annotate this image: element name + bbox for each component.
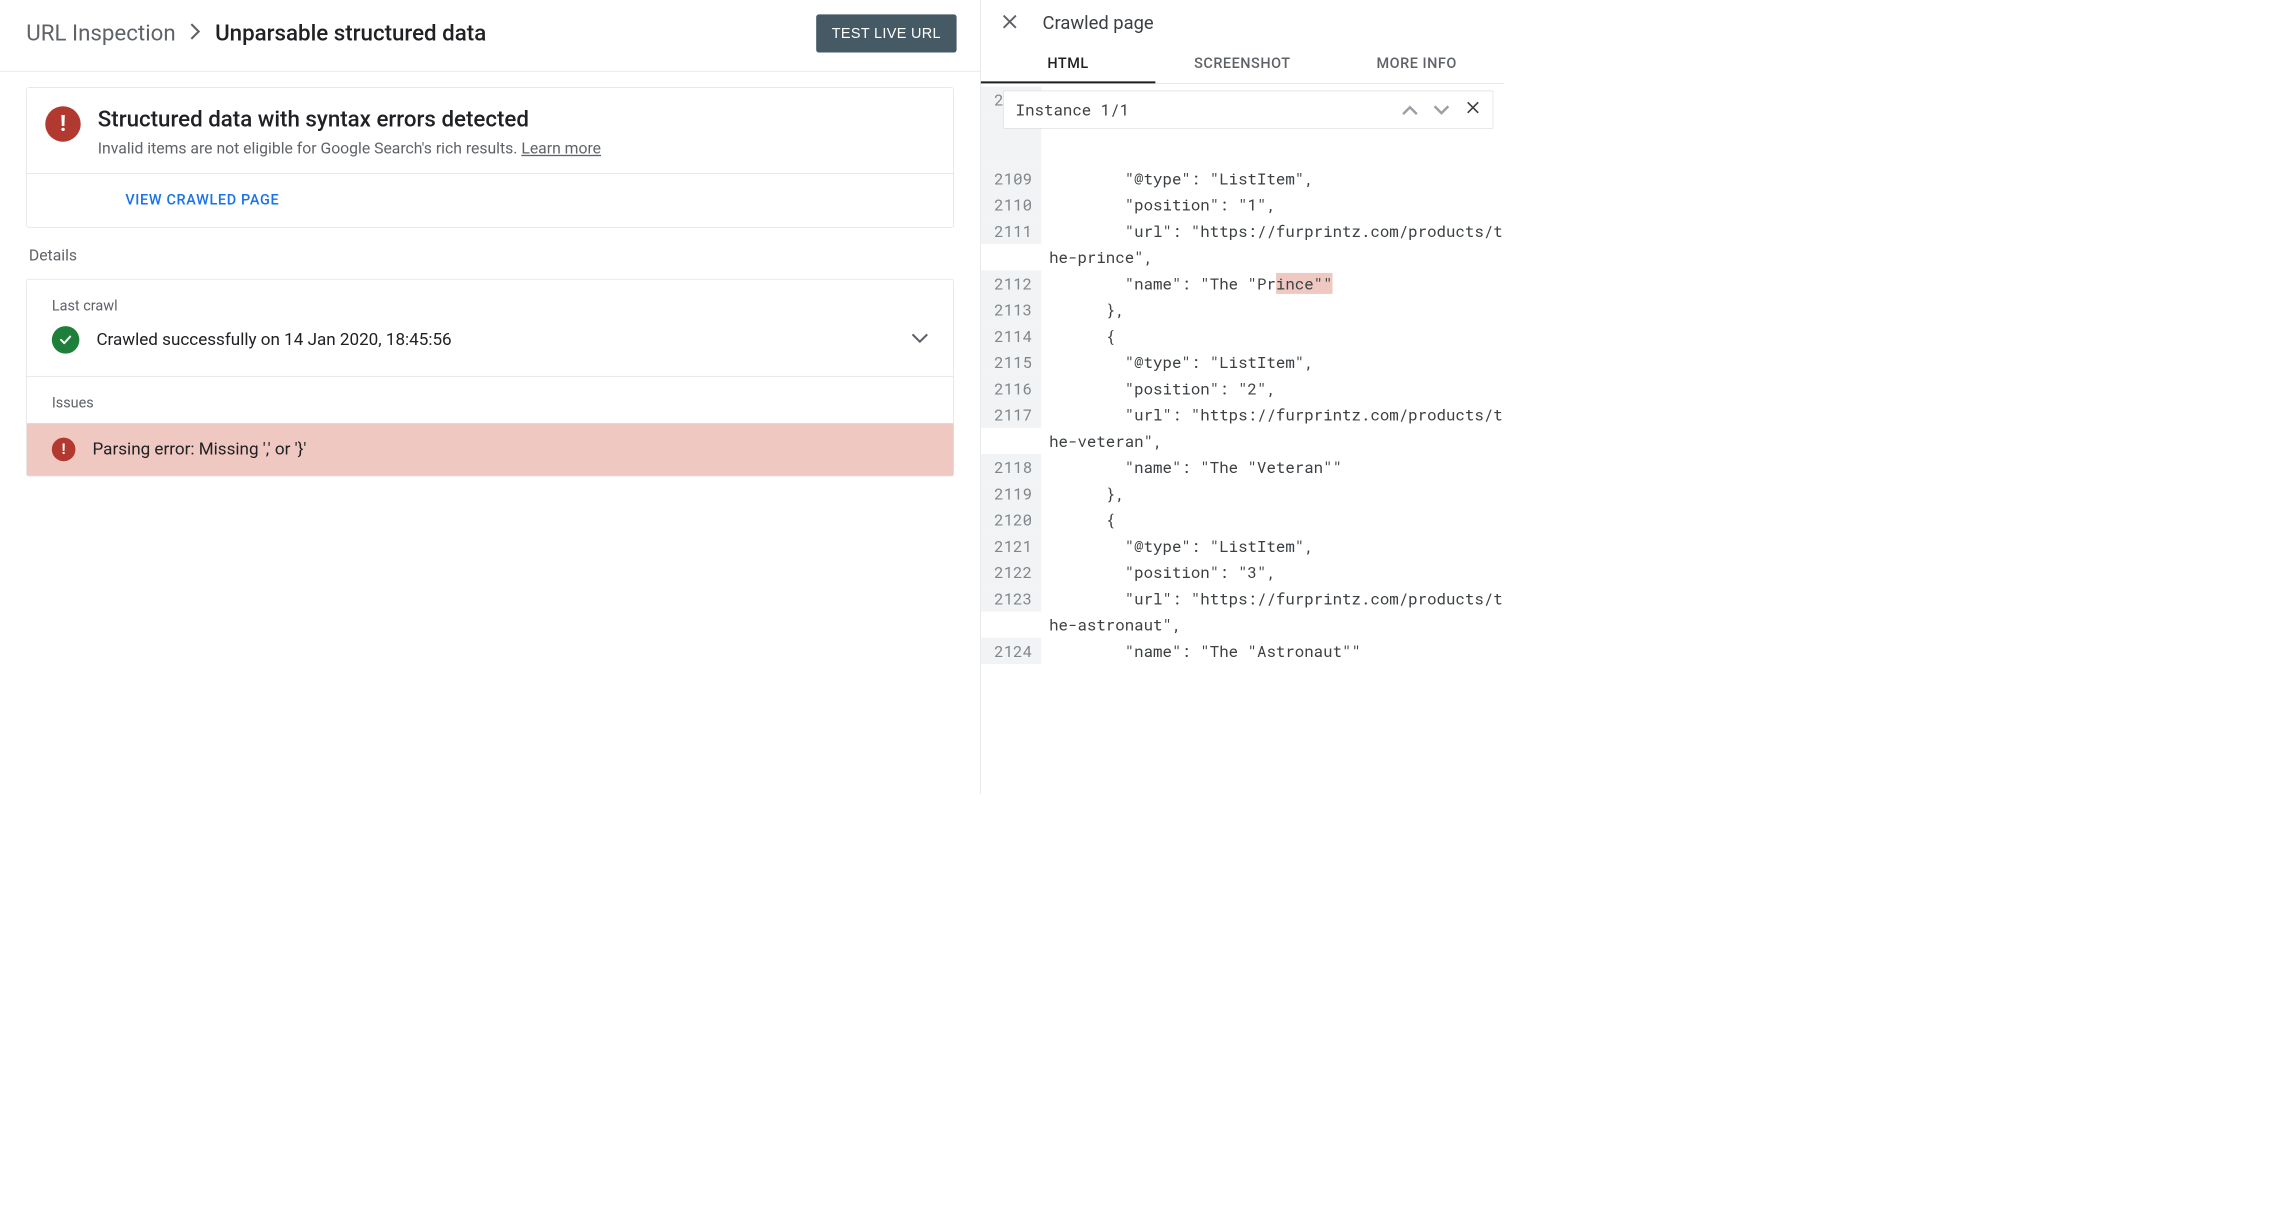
code-line: 2112 "name": "The "Prince"" <box>981 270 1504 296</box>
code-text: "position": "3", <box>1041 559 1504 585</box>
side-panel-header: Crawled page <box>981 0 1504 45</box>
line-number: 2113 <box>981 297 1041 323</box>
breadcrumb: URL Inspection Unparsable structured dat… <box>26 20 486 46</box>
line-number: 2122 <box>981 559 1041 585</box>
breadcrumb-current: Unparsable structured data <box>215 20 486 46</box>
code-text: }, <box>1041 297 1504 323</box>
code-line: 2124 "name": "The "Astronaut"" <box>981 638 1504 664</box>
code-text: "position": "1", <box>1041 192 1504 218</box>
side-panel-title: Crawled page <box>1043 12 1154 34</box>
line-number: 2116 <box>981 375 1041 401</box>
learn-more-link[interactable]: Learn more <box>521 139 601 157</box>
error-icon: ! <box>52 438 76 462</box>
summary-subtitle: Invalid items are not eligible for Googl… <box>98 139 601 157</box>
line-number: 2115 <box>981 349 1041 375</box>
line-number: 2123 <box>981 585 1041 611</box>
code-line: 2117 "url": "https://furprintz.com/produ… <box>981 402 1504 454</box>
code-text: "url": "https://furprintz.com/products/t… <box>1041 402 1504 454</box>
code-line: 2118 "name": "The "Veteran"" <box>981 454 1504 480</box>
line-number: 2121 <box>981 533 1041 559</box>
tab-html[interactable]: HTML <box>981 45 1155 83</box>
issues-label: Issues <box>27 377 953 424</box>
instance-count: Instance 1/1 <box>1016 99 1402 120</box>
page-header: URL Inspection Unparsable structured dat… <box>0 0 980 72</box>
code-text: { <box>1041 507 1504 533</box>
tab-more-info[interactable]: MORE INFO <box>1329 45 1503 83</box>
chevron-down-icon[interactable] <box>911 333 928 346</box>
error-highlight: ince"" <box>1276 273 1333 294</box>
summary-card: ! Structured data with syntax errors det… <box>26 87 954 227</box>
code-text: "position": "2", <box>1041 375 1504 401</box>
side-panel-tabs: HTML SCREENSHOT MORE INFO <box>981 45 1504 84</box>
code-text: "@type": "ListItem", <box>1041 165 1504 191</box>
code-line: 2122 "position": "3", <box>981 559 1504 585</box>
line-number: 2109 <box>981 165 1041 191</box>
code-text: "@type": "ListItem", <box>1041 533 1504 559</box>
line-number: 2120 <box>981 507 1041 533</box>
code-text: }, <box>1041 480 1504 506</box>
issue-text: Parsing error: Missing ',' or '}' <box>93 440 307 460</box>
code-text: "url": "https://furprintz.com/products/t… <box>1041 585 1504 637</box>
close-icon[interactable] <box>1001 12 1019 33</box>
details-card: Last crawl Crawled successfully on 14 Ja… <box>26 279 954 476</box>
line-number: 2114 <box>981 323 1041 349</box>
line-number: 2117 <box>981 402 1041 428</box>
issue-row[interactable]: ! Parsing error: Missing ',' or '}' <box>27 423 953 475</box>
tab-screenshot[interactable]: SCREENSHOT <box>1155 45 1329 83</box>
code-text: "name": "The "Prince"" <box>1041 270 1504 296</box>
code-line: 2111 "url": "https://furprintz.com/produ… <box>981 218 1504 270</box>
code-line: 2113 }, <box>981 297 1504 323</box>
code-line: 2115 "@type": "ListItem", <box>981 349 1504 375</box>
breadcrumb-root[interactable]: URL Inspection <box>26 20 175 46</box>
test-live-url-button[interactable]: TEST LIVE URL <box>816 14 957 52</box>
check-icon <box>52 326 80 354</box>
html-source-panel: 2106 "itemListElement": [2109 "@type": "… <box>981 84 1504 664</box>
code-text: { <box>1041 323 1504 349</box>
last-crawl-label: Last crawl <box>27 279 953 326</box>
view-crawled-page-link[interactable]: VIEW CRAWLED PAGE <box>125 192 279 208</box>
code-text: "name": "The "Veteran"" <box>1041 454 1504 480</box>
instance-navigator: Instance 1/1 <box>1003 91 1493 129</box>
crawl-status-text: Crawled successfully on 14 Jan 2020, 18:… <box>96 330 894 350</box>
error-icon: ! <box>45 106 80 141</box>
line-number: 2110 <box>981 192 1041 218</box>
chevron-right-icon <box>190 23 200 45</box>
code-line: 2109 "@type": "ListItem", <box>981 165 1504 191</box>
code-text: "name": "The "Astronaut"" <box>1041 638 1504 664</box>
details-heading: Details <box>29 246 954 264</box>
code-line: 2121 "@type": "ListItem", <box>981 533 1504 559</box>
code-line: 2120 { <box>981 507 1504 533</box>
crawl-status-row[interactable]: Crawled successfully on 14 Jan 2020, 18:… <box>27 326 953 376</box>
chevron-down-icon[interactable] <box>1434 99 1450 120</box>
code-line: 2119 }, <box>981 480 1504 506</box>
chevron-up-icon[interactable] <box>1402 99 1418 120</box>
code-line: 2116 "position": "2", <box>981 375 1504 401</box>
line-number: 2119 <box>981 480 1041 506</box>
summary-title: Structured data with syntax errors detec… <box>98 106 601 132</box>
line-number: 2111 <box>981 218 1041 244</box>
line-number: 2124 <box>981 638 1041 664</box>
code-line: 2123 "url": "https://furprintz.com/produ… <box>981 585 1504 637</box>
line-number: 2118 <box>981 454 1041 480</box>
code-text: "@type": "ListItem", <box>1041 349 1504 375</box>
line-number: 2112 <box>981 270 1041 296</box>
code-text: "url": "https://furprintz.com/products/t… <box>1041 218 1504 270</box>
close-icon[interactable] <box>1465 99 1481 120</box>
code-line: 2110 "position": "1", <box>981 192 1504 218</box>
code-line: 2114 { <box>981 323 1504 349</box>
